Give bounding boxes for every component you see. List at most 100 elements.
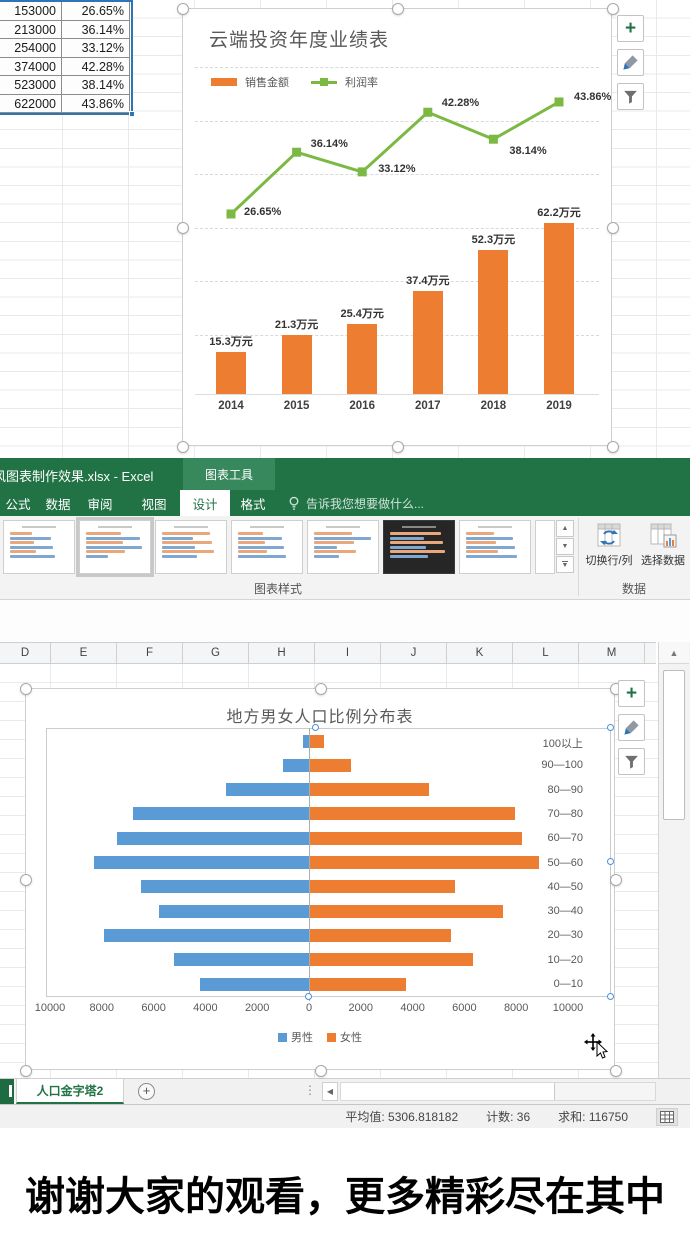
combo-plot[interactable]: 15.3万元21.3万元25.4万元37.4万元52.3万元62.2万元2014… — [183, 9, 611, 445]
male-bar[interactable] — [94, 856, 309, 869]
selection-handle[interactable] — [607, 222, 619, 234]
female-bar[interactable] — [310, 759, 351, 772]
chart-style-thumbnail[interactable] — [79, 520, 151, 574]
female-bar[interactable] — [310, 905, 503, 918]
chart-style-thumbnail[interactable] — [3, 520, 75, 574]
tab-view[interactable]: 视图 — [136, 490, 172, 516]
hscroll-left-button[interactable]: ◀ — [322, 1082, 338, 1101]
chart-style-thumbnail[interactable] — [459, 520, 531, 574]
sales-bar[interactable] — [347, 324, 377, 394]
male-bar[interactable] — [283, 759, 309, 772]
gallery-scroll-up-button[interactable]: ▲ — [556, 520, 574, 537]
horizontal-scroll-thumb[interactable] — [341, 1083, 555, 1100]
selection-handle[interactable] — [610, 1065, 622, 1077]
tab-resize-dots[interactable]: ⋮ — [304, 1083, 317, 1097]
worksheet-top[interactable]: 15300026.65%21300036.14%25400033.12%3740… — [0, 0, 690, 458]
data-cell[interactable]: 254000 — [0, 39, 62, 58]
male-bar[interactable] — [200, 978, 309, 991]
chart-style-thumbnail[interactable] — [307, 520, 379, 574]
selection-handle[interactable] — [177, 222, 189, 234]
data-cell[interactable]: 622000 — [0, 95, 62, 114]
pyramid-plot[interactable]: 100以上90—10080—9070—8060—7050—6040—5030—4… — [26, 689, 614, 1069]
worksheet-bottom[interactable]: 地方男女人口比例分布表 100以上90—10080—9070—8060—7050… — [0, 664, 658, 1078]
selection-handle[interactable] — [177, 441, 189, 453]
female-bar[interactable] — [310, 735, 324, 748]
selection-handle[interactable] — [610, 874, 622, 886]
male-bar[interactable] — [174, 953, 309, 966]
sheet-tab-active[interactable]: 人口金字塔2 — [16, 1079, 124, 1104]
plot-selection-handle[interactable] — [305, 993, 312, 1000]
column-header-D[interactable]: D — [0, 643, 51, 663]
plot-selection-handle[interactable] — [607, 993, 614, 1000]
normal-view-button[interactable] — [656, 1108, 678, 1126]
chart-style-thumbnail[interactable] — [231, 520, 303, 574]
selection-handle[interactable] — [177, 3, 189, 15]
selection-handle[interactable] — [20, 874, 32, 886]
selection-handle[interactable] — [392, 441, 404, 453]
line-marker[interactable] — [423, 108, 432, 117]
selection-handle[interactable] — [20, 1065, 32, 1077]
male-bar[interactable] — [159, 905, 309, 918]
plot-selection-handle[interactable] — [607, 858, 614, 865]
sales-bar[interactable] — [544, 223, 574, 394]
chart-styles-button[interactable] — [617, 49, 644, 76]
chart-elements-button[interactable]: + — [618, 680, 645, 707]
data-cell[interactable]: 42.28% — [62, 58, 130, 77]
data-cell[interactable]: 38.14% — [62, 76, 130, 95]
chart-filters-button[interactable] — [618, 748, 645, 775]
male-bar[interactable] — [133, 807, 309, 820]
plot-selection-handle[interactable] — [607, 724, 614, 731]
data-cell[interactable]: 33.12% — [62, 39, 130, 58]
column-header-G[interactable]: G — [183, 643, 249, 663]
data-cell[interactable]: 523000 — [0, 76, 62, 95]
data-cell[interactable]: 374000 — [0, 58, 62, 77]
male-bar[interactable] — [303, 735, 309, 748]
male-bar[interactable] — [117, 832, 309, 845]
sales-bar[interactable] — [478, 250, 508, 394]
gallery-scroll-down-button[interactable]: ▼ — [556, 538, 574, 555]
vertical-scrollbar[interactable]: ▲ — [658, 642, 690, 1078]
column-header-I[interactable]: I — [315, 643, 381, 663]
line-marker[interactable] — [227, 210, 236, 219]
selection-handle[interactable] — [315, 1065, 327, 1077]
column-header-K[interactable]: K — [447, 643, 513, 663]
gallery-more-button[interactable]: ▼ — [556, 556, 574, 573]
sales-bar[interactable] — [413, 291, 443, 394]
chart-elements-button[interactable]: + — [617, 15, 644, 42]
tab-formulas[interactable]: 公式 — [0, 490, 36, 516]
plot-selection-handle[interactable] — [312, 724, 319, 731]
tab-design[interactable]: 设计 — [180, 490, 230, 516]
switch-row-col-button[interactable]: 切换行/列 — [582, 521, 636, 579]
horizontal-scrollbar[interactable] — [340, 1082, 656, 1101]
female-bar[interactable] — [310, 880, 455, 893]
pyramid-chart[interactable]: 地方男女人口比例分布表 100以上90—10080—9070—8060—7050… — [25, 688, 615, 1070]
vertical-scroll-thumb[interactable] — [663, 670, 685, 820]
data-cell[interactable]: 213000 — [0, 21, 62, 40]
tab-review[interactable]: 审阅 — [82, 490, 118, 516]
pyramid-legend[interactable]: 男性 女性 — [26, 1029, 614, 1045]
female-bar[interactable] — [310, 856, 539, 869]
female-bar[interactable] — [310, 953, 473, 966]
data-cell[interactable]: 36.14% — [62, 21, 130, 40]
chart-style-thumbnail[interactable] — [383, 520, 455, 574]
chart-style-thumbnail[interactable] — [535, 520, 555, 574]
column-header-H[interactable]: H — [249, 643, 315, 663]
combo-chart[interactable]: 云端投资年度业绩表 销售金额 利润率 15.3万元21.3万元25.4万元37.… — [182, 8, 612, 446]
female-bar[interactable] — [310, 832, 522, 845]
selection-handle[interactable] — [20, 683, 32, 695]
line-marker[interactable] — [489, 135, 498, 144]
new-sheet-button[interactable]: + — [138, 1083, 155, 1100]
data-cell[interactable]: 26.65% — [62, 2, 130, 21]
data-cell[interactable]: 43.86% — [62, 95, 130, 114]
column-header-E[interactable]: E — [51, 643, 117, 663]
select-data-button[interactable]: 选择数据 — [638, 521, 688, 579]
column-header-M[interactable]: M — [579, 643, 645, 663]
chart-styles-button[interactable] — [618, 714, 645, 741]
male-bar[interactable] — [104, 929, 309, 942]
male-bar[interactable] — [226, 783, 309, 796]
sales-bar[interactable] — [216, 352, 246, 394]
line-marker[interactable] — [358, 167, 367, 176]
selection-handle[interactable] — [392, 3, 404, 15]
line-marker[interactable] — [555, 97, 564, 106]
chart-style-thumbnail[interactable] — [155, 520, 227, 574]
